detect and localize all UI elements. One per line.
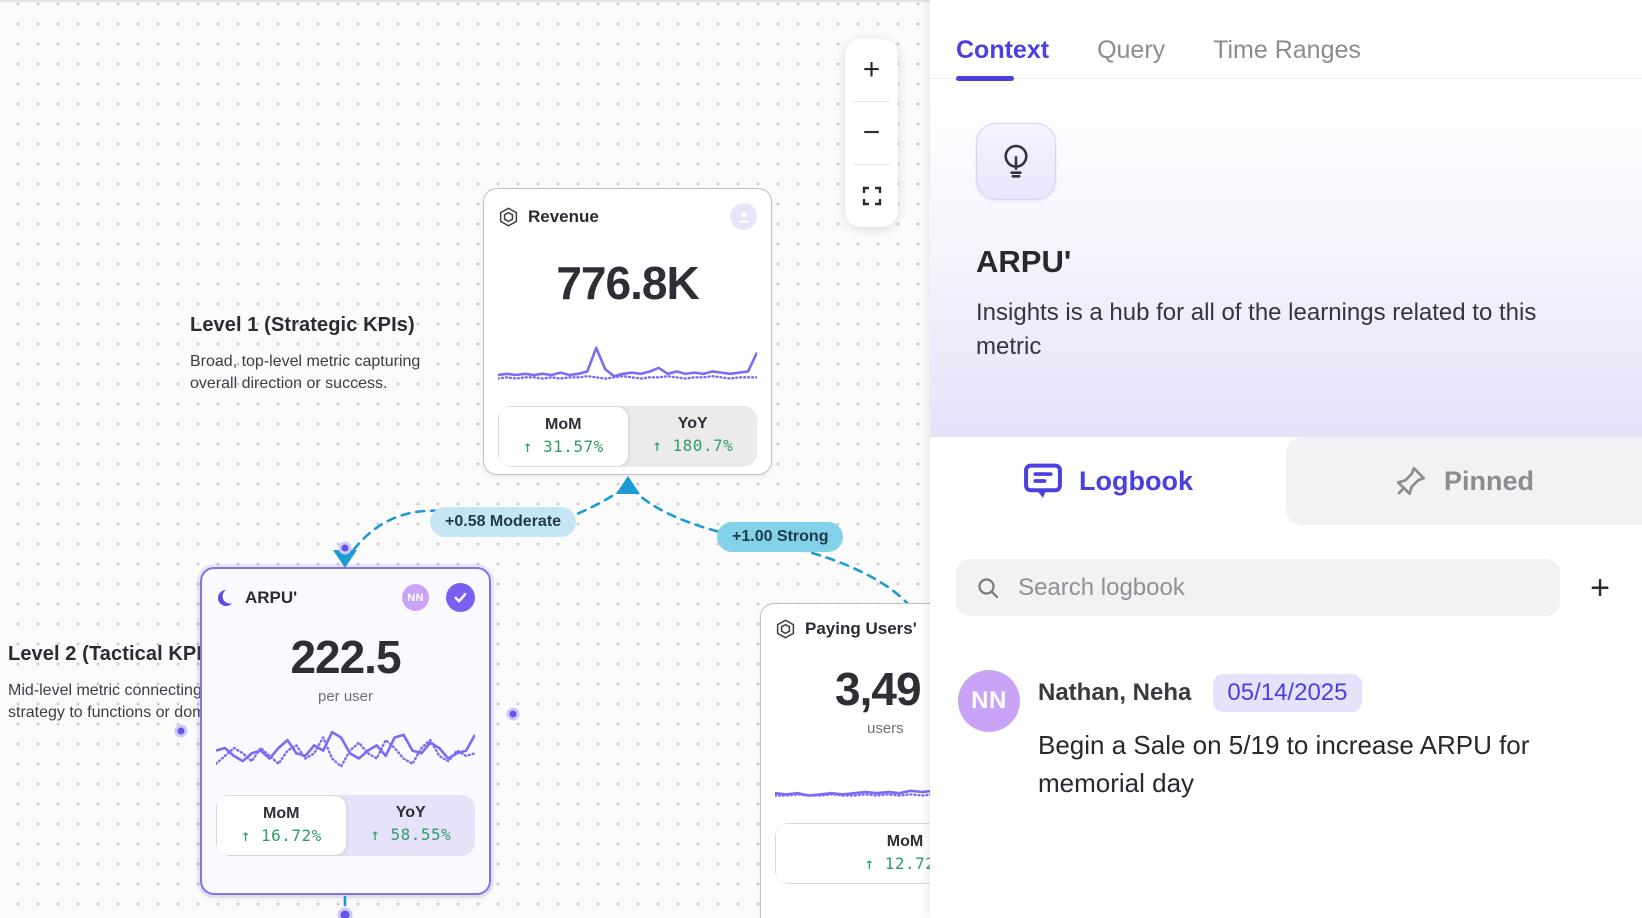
- tab-pinned-label: Pinned: [1444, 466, 1534, 497]
- search-logbook-input[interactable]: [1018, 574, 1540, 602]
- logbook-tab-bar: Logbook Pinned: [930, 437, 1642, 525]
- metric-card-revenue[interactable]: Revenue 776.8K MoM ↑ 31.57% YoY ↑ 180.7%: [483, 188, 772, 475]
- tab-time-ranges[interactable]: Time Ranges: [1213, 36, 1361, 65]
- card-title: Revenue: [528, 207, 721, 227]
- sparkline-chart: [498, 336, 757, 388]
- entry-message: Begin a Sale on 5/19 to increase ARPU fo…: [1038, 726, 1568, 803]
- logbook-entry[interactable]: NN Nathan, Neha 05/14/2025 Begin a Sale …: [930, 616, 1642, 803]
- yoy-value: ↑ 58.55%: [347, 825, 476, 844]
- handle-arpu-left[interactable]: [176, 726, 186, 736]
- metric-canvas[interactable]: Level 1 (Strategic KPIs) Broad, top-leve…: [0, 0, 930, 918]
- yoy-label: YoY: [629, 415, 758, 433]
- sparkline-chart: [775, 753, 930, 805]
- tab-context[interactable]: Context: [956, 36, 1049, 65]
- handle-arpu-top[interactable]: [340, 543, 350, 553]
- mom-label: MoM: [499, 416, 628, 434]
- mom-toggle[interactable]: MoM ↑ 12.72%: [775, 823, 930, 884]
- edge-label-moderate[interactable]: +0.58 Moderate: [430, 507, 576, 537]
- zoom-in-button[interactable]: +: [845, 39, 898, 101]
- mom-value: ↑ 16.72%: [217, 826, 346, 845]
- edge-label-strong[interactable]: +1.00 Strong: [717, 522, 843, 552]
- metric-unit: per user: [216, 688, 475, 705]
- metric-card-arpu[interactable]: ARPU' NN 222.5 per user MoM ↑ 16.72% YoY…: [200, 567, 491, 895]
- tab-logbook[interactable]: Logbook: [930, 437, 1286, 525]
- hexagon-metric-icon: [498, 206, 519, 228]
- metric-value: 3,49: [775, 662, 930, 716]
- metric-unit: users: [775, 720, 930, 737]
- mom-label: MoM: [217, 805, 346, 823]
- metric-card-paying-users[interactable]: Paying Users' 3,49 users MoM ↑ 12.72%: [760, 603, 930, 918]
- entry-author: Nathan, Neha: [1038, 679, 1191, 707]
- handle-arpu-right[interactable]: [508, 709, 518, 719]
- active-tab-underline: [956, 76, 1014, 81]
- metric-value: 776.8K: [498, 256, 757, 310]
- metric-tree-app: Level 1 (Strategic KPIs) Broad, top-leve…: [0, 0, 1642, 918]
- yoy-toggle[interactable]: YoY ↑ 58.55%: [347, 795, 476, 856]
- metric-name-heading: ARPU': [976, 244, 1596, 280]
- logbook-search-row: +: [930, 525, 1642, 616]
- fullscreen-icon: [862, 186, 882, 206]
- sparkline-chart: [216, 719, 475, 777]
- handle-arpu-bottom[interactable]: [339, 909, 351, 918]
- mom-toggle[interactable]: MoM ↑ 16.72%: [216, 795, 347, 856]
- zoom-out-button[interactable]: −: [845, 102, 898, 164]
- entry-date-badge: 05/14/2025: [1213, 674, 1361, 712]
- yoy-toggle[interactable]: YoY ↑ 180.7%: [629, 406, 758, 467]
- logbook-search-box[interactable]: [956, 559, 1560, 616]
- lightbulb-icon: [998, 142, 1034, 182]
- mom-toggle[interactable]: MoM ↑ 31.57%: [498, 406, 629, 467]
- fit-view-button[interactable]: [845, 165, 898, 227]
- canvas-zoom-controls: + −: [845, 39, 898, 227]
- arrowhead-into-revenue: [616, 476, 640, 494]
- tab-query[interactable]: Query: [1097, 36, 1165, 65]
- context-panel: Context Query Time Ranges ARPU' Insights…: [930, 0, 1642, 918]
- crescent-moon-icon: [216, 588, 236, 608]
- collaborator-badge[interactable]: NN: [402, 584, 429, 611]
- metric-description: Insights is a hub for all of the learnin…: [976, 296, 1566, 364]
- logbook-comment-icon: [1023, 462, 1063, 500]
- metric-value: 222.5: [216, 630, 475, 684]
- panel-tab-bar: Context Query Time Ranges: [930, 0, 1642, 79]
- yoy-label: YoY: [347, 804, 476, 822]
- tab-logbook-label: Logbook: [1079, 466, 1193, 497]
- pushpin-icon: [1394, 464, 1428, 498]
- owner-avatar-icon[interactable]: [730, 203, 757, 230]
- search-icon: [976, 575, 1000, 601]
- mom-value: ↑ 12.72%: [776, 854, 930, 873]
- yoy-value: ↑ 180.7%: [629, 436, 758, 455]
- entry-avatar: NN: [958, 670, 1020, 732]
- mom-label: MoM: [776, 833, 930, 851]
- add-log-entry-button[interactable]: +: [1586, 571, 1614, 605]
- metric-hero: ARPU' Insights is a hub for all of the l…: [930, 79, 1642, 437]
- mom-value: ↑ 31.57%: [499, 437, 628, 456]
- verified-check-icon[interactable]: [446, 583, 475, 612]
- insight-icon-tile: [976, 123, 1056, 200]
- tab-pinned[interactable]: Pinned: [1286, 437, 1642, 525]
- card-title: ARPU': [245, 588, 393, 608]
- hexagon-metric-icon: [775, 618, 796, 640]
- card-title: Paying Users': [805, 619, 930, 639]
